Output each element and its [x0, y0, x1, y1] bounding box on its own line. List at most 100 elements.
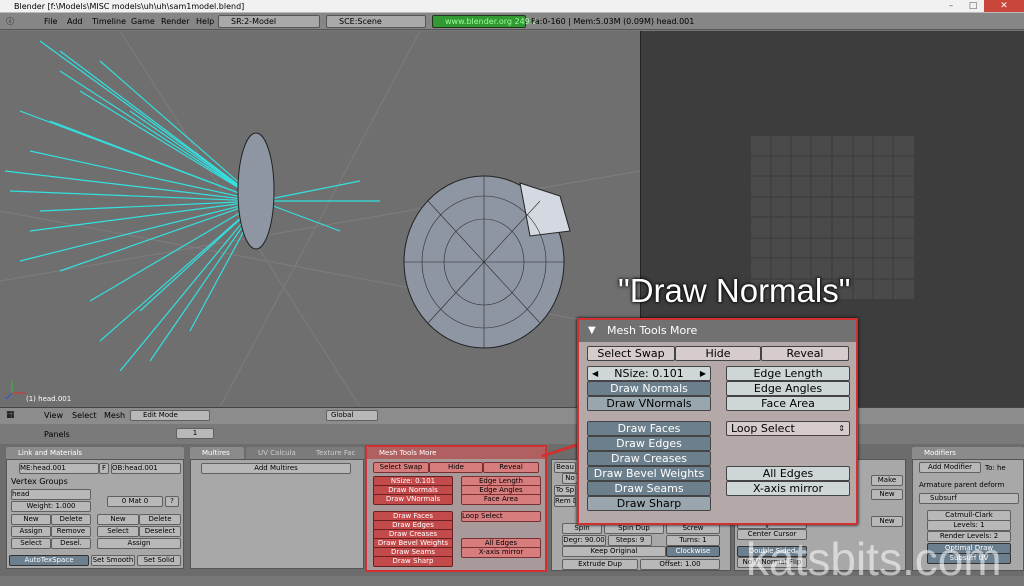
material-deselect-button[interactable]: Deselect	[139, 526, 181, 537]
maximize-icon[interactable]: □	[962, 0, 984, 12]
turns-field[interactable]: Turns: 1	[666, 535, 720, 546]
frame-field[interactable]: 1	[176, 428, 214, 439]
group-delete-button[interactable]: Delete	[51, 514, 91, 525]
all-edges-toggle[interactable]: All Edges	[726, 466, 850, 481]
menu-add[interactable]: Add	[67, 13, 83, 30]
small-draw-sharp[interactable]: Draw Sharp	[373, 556, 453, 567]
object-name-field[interactable]: OB:head.001	[111, 463, 181, 474]
reveal-button[interactable]: Reveal	[761, 346, 849, 361]
multires-panel: Add Multires	[190, 459, 364, 569]
draw-seams-toggle[interactable]: Draw Seams	[587, 481, 711, 496]
offset-field[interactable]: Offset: 1.00	[640, 559, 720, 570]
autotexspace-button[interactable]: AutoTexSpace	[9, 555, 89, 566]
small-loop-select[interactable]: Loop Select	[461, 511, 541, 522]
group-new-button[interactable]: New	[11, 514, 51, 525]
make-button[interactable]: Make	[871, 475, 903, 486]
group-desel-button[interactable]: Desel.	[51, 538, 91, 549]
draw-creases-toggle[interactable]: Draw Creases	[587, 451, 711, 466]
material-new-button[interactable]: New	[97, 514, 139, 525]
increment-arrow-icon[interactable]: ▶	[700, 367, 706, 380]
menu-game[interactable]: Game	[131, 13, 155, 30]
remove-doubles-button[interactable]: Rem D	[554, 496, 576, 507]
small-face-area[interactable]: Face Area	[461, 494, 541, 505]
levels-field[interactable]: Levels: 1	[927, 520, 1011, 531]
edge-angles-toggle[interactable]: Edge Angles	[726, 381, 850, 396]
to-sphere-button[interactable]: To Sp	[554, 485, 576, 496]
draw-normals-toggle[interactable]: Draw Normals	[587, 381, 711, 396]
clockwise-toggle[interactable]: Clockwise	[666, 546, 720, 557]
close-icon[interactable]: ✕	[984, 0, 1024, 12]
draw-faces-toggle[interactable]: Draw Faces	[587, 421, 711, 436]
material-help-button[interactable]: ?	[165, 496, 179, 507]
mesh-tools-more-zoom: ▼ Mesh Tools More Select Swap Hide Revea…	[577, 318, 858, 525]
degrees-field[interactable]: Degr: 90.00	[562, 535, 606, 546]
small-reveal[interactable]: Reveal	[483, 462, 539, 473]
draw-sharp-toggle[interactable]: Draw Sharp	[587, 496, 711, 511]
subsurf-modifier[interactable]: Subsurf	[919, 493, 1019, 504]
edge-length-toggle[interactable]: Edge Length	[726, 366, 850, 381]
group-remove-button[interactable]: Remove	[51, 526, 91, 537]
set-solid-button[interactable]: Set Solid	[137, 555, 181, 566]
draw-vnormals-toggle[interactable]: Draw VNormals	[587, 396, 711, 411]
material-index[interactable]: 0 Mat 0	[107, 496, 163, 507]
menu-render[interactable]: Render	[161, 13, 189, 30]
x-axis-mirror-toggle[interactable]: X-axis mirror	[726, 481, 850, 496]
tab-texture-face[interactable]: Texture Fac	[304, 447, 364, 459]
tab-modifiers[interactable]: Modifiers	[912, 447, 1024, 459]
set-smooth-button[interactable]: Set Smooth	[91, 555, 135, 566]
mesh-name-field[interactable]: ME:head.001	[19, 463, 99, 474]
menu-file[interactable]: File	[44, 13, 57, 30]
steps-field[interactable]: Steps: 9	[608, 535, 652, 546]
nsize-field[interactable]: ◀ NSize: 0.101 ▶	[587, 366, 711, 381]
scene-selector[interactable]: SCE:Scene	[326, 15, 426, 28]
orientation-selector[interactable]: Global	[326, 410, 378, 421]
menu-view[interactable]: View	[44, 411, 63, 420]
small-draw-vnormals[interactable]: Draw VNormals	[373, 494, 453, 505]
info-icon[interactable]: ⓘ	[6, 13, 14, 30]
hide-button[interactable]: Hide	[675, 346, 761, 361]
group-assign-button[interactable]: Assign	[11, 526, 51, 537]
weight-field[interactable]: Weight: 1.000	[11, 501, 91, 512]
new-button-2[interactable]: New	[871, 516, 903, 527]
viewport-3d[interactable]: (1) head.001	[0, 30, 641, 408]
no-button[interactable]: No	[562, 473, 578, 484]
face-area-toggle[interactable]: Face Area	[726, 396, 850, 411]
group-select-button[interactable]: Select	[11, 538, 51, 549]
group-field[interactable]: head	[11, 489, 91, 500]
draw-edges-toggle[interactable]: Draw Edges	[587, 436, 711, 451]
loop-select-dropdown[interactable]: Loop Select ⇕	[726, 421, 850, 436]
mesh-tools-more-header[interactable]: Mesh Tools More	[367, 447, 545, 459]
collapse-triangle-icon[interactable]: ▼	[588, 320, 596, 342]
add-multires-button[interactable]: Add Multires	[201, 463, 351, 474]
zoom-header[interactable]: ▼ Mesh Tools More	[579, 320, 856, 342]
small-select-swap[interactable]: Select Swap	[373, 462, 429, 473]
screen-selector[interactable]: SR:2-Model	[218, 15, 320, 28]
tab-uv-calculation[interactable]: UV Calcula	[246, 447, 304, 459]
draw-bevel-weights-toggle[interactable]: Draw Bevel Weights	[587, 466, 711, 481]
stats-readout: Fa:0-160 | Mem:5.03M (0.09M) head.001	[531, 17, 695, 26]
blender-url[interactable]: www.blender.org 249.2	[432, 15, 537, 28]
info-menubar: ⓘ File Add Timeline Game Render Help SR:…	[0, 13, 1024, 30]
fake-user-button[interactable]: F	[99, 463, 109, 474]
extrude-dup-button[interactable]: Extrude Dup	[562, 559, 638, 570]
beauty-button[interactable]: Beau	[554, 462, 576, 473]
small-hide[interactable]: Hide	[429, 462, 483, 473]
menu-select[interactable]: Select	[72, 411, 97, 420]
select-swap-button[interactable]: Select Swap	[587, 346, 675, 361]
material-assign-button[interactable]: Assign	[97, 538, 181, 549]
keep-original-toggle[interactable]: Keep Original	[562, 546, 666, 557]
minimize-icon[interactable]: –	[940, 0, 962, 12]
new-button-1[interactable]: New	[871, 489, 903, 500]
editor-type-icon[interactable]: ▦	[6, 410, 15, 420]
small-x-axis-mirror[interactable]: X-axis mirror	[461, 547, 541, 558]
material-select-button[interactable]: Select	[97, 526, 139, 537]
add-modifier-button[interactable]: Add Modifier	[919, 462, 981, 473]
mode-selector[interactable]: Edit Mode	[130, 410, 210, 421]
tab-multires[interactable]: Multires	[190, 447, 244, 459]
menu-timeline[interactable]: Timeline	[92, 13, 126, 30]
menu-help[interactable]: Help	[196, 13, 214, 30]
decrement-arrow-icon[interactable]: ◀	[592, 367, 598, 380]
material-delete-button[interactable]: Delete	[139, 514, 181, 525]
menu-mesh[interactable]: Mesh	[104, 411, 125, 420]
link-panel-header[interactable]: Link and Materials	[6, 447, 184, 459]
